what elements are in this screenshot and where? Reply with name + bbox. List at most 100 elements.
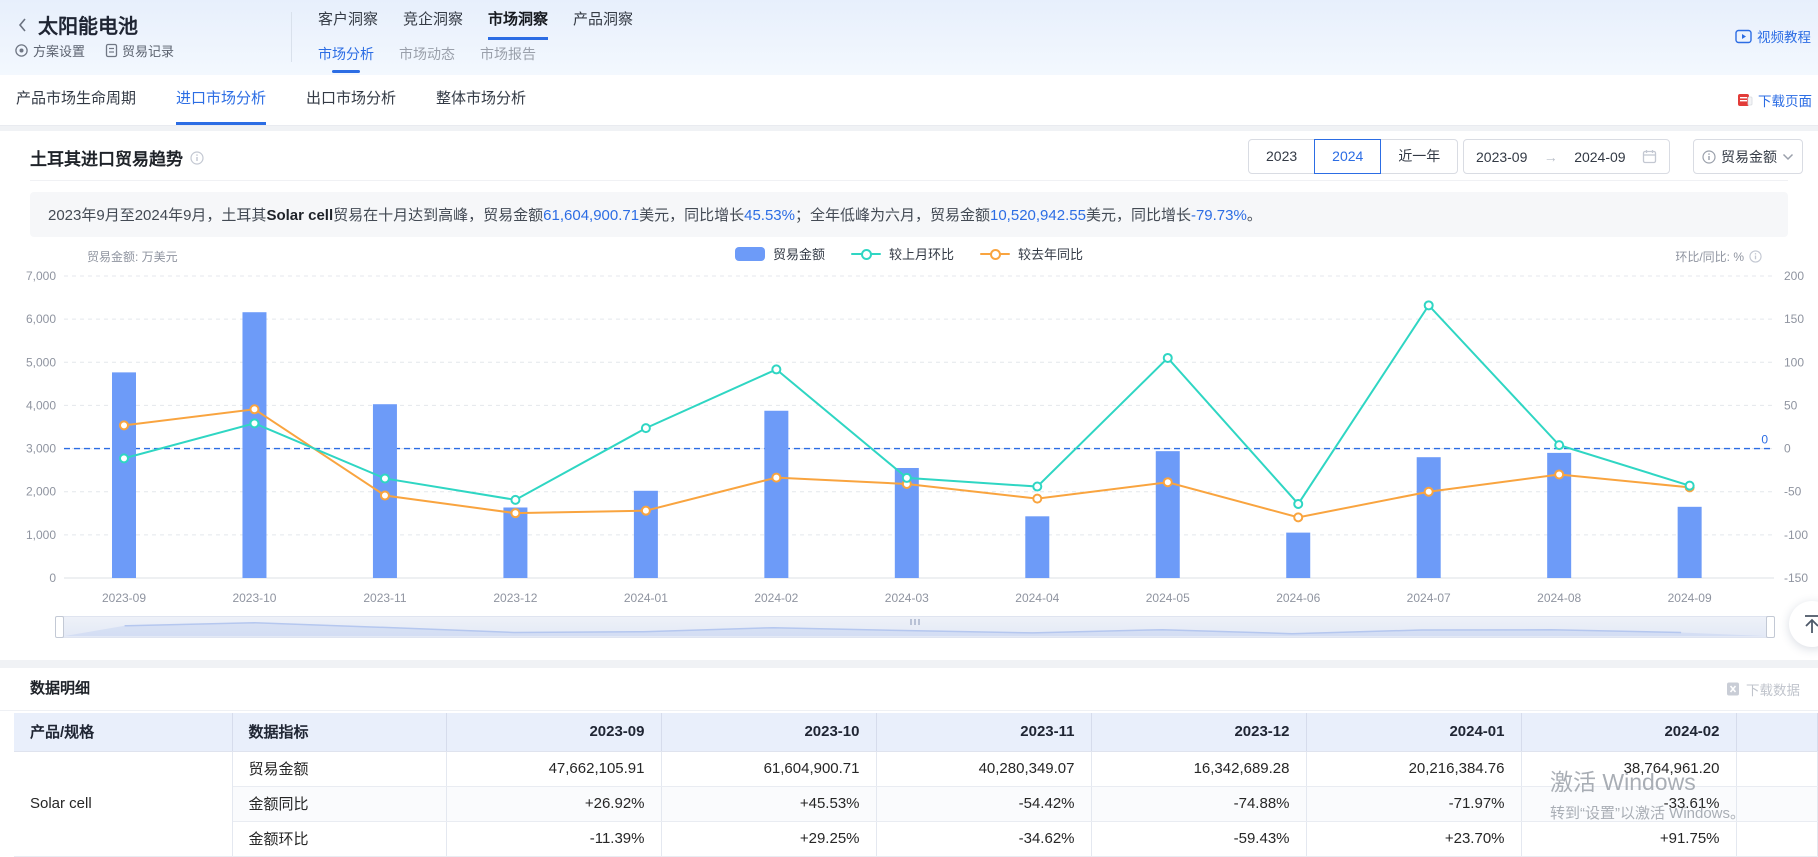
bar-2024-09[interactable] xyxy=(1678,507,1702,578)
nav-overall-analysis[interactable]: 整体市场分析 xyxy=(436,75,526,125)
pdf-icon xyxy=(1737,92,1753,108)
plan-settings-link[interactable]: 方案设置 xyxy=(14,41,85,60)
tab-competitor-insight[interactable]: 竞企洞察 xyxy=(403,8,463,40)
nav-export-analysis[interactable]: 出口市场分析 xyxy=(306,75,396,125)
x-axis-label: 2023-09 xyxy=(102,591,146,605)
x-axis-label: 2024-08 xyxy=(1537,591,1581,605)
point-较上月环比-2023-10[interactable] xyxy=(250,419,258,427)
tab-market-insight[interactable]: 市场洞察 xyxy=(488,8,548,40)
subtab-market-dynamics[interactable]: 市场动态 xyxy=(399,44,455,73)
point-较去年同比-2023-09[interactable] xyxy=(120,421,128,429)
point-较去年同比-2024-05[interactable] xyxy=(1164,478,1172,486)
bar-2024-05[interactable] xyxy=(1156,451,1180,578)
video-tutorial-label: 视频教程 xyxy=(1757,26,1811,46)
point-较上月环比-2024-07[interactable] xyxy=(1425,301,1433,309)
value-cell: +29.25% xyxy=(661,821,876,856)
indicator-cell: 贸易金额 xyxy=(232,751,446,786)
col-header-month: 2024-01 xyxy=(1306,713,1521,751)
data-table: 产品/规格数据指标2023-092023-102023-112023-12202… xyxy=(14,713,1818,857)
value-cell: 20,216,384.76 xyxy=(1306,751,1521,786)
back-to-top-icon xyxy=(1801,613,1818,635)
value-cell: 47,662,105.91 xyxy=(446,751,661,786)
download-page-link[interactable]: 下载页面 xyxy=(1737,75,1812,125)
point-较上月环比-2023-12[interactable] xyxy=(511,496,519,504)
value-cell: 16,342,689.28 xyxy=(1091,751,1306,786)
point-较去年同比-2024-01[interactable] xyxy=(642,507,650,515)
download-data-link[interactable]: 下载数据 xyxy=(1725,668,1800,710)
right-axis-tick: 150 xyxy=(1784,312,1804,326)
bar-2024-01[interactable] xyxy=(634,491,658,578)
col-header-indicator: 数据指标 xyxy=(232,713,446,751)
trade-records-link[interactable]: 贸易记录 xyxy=(105,41,174,60)
point-较去年同比-2024-04[interactable] xyxy=(1033,495,1041,503)
left-axis-tick: 1,000 xyxy=(26,528,56,542)
indicator-cell: 金额同比 xyxy=(232,786,446,821)
nav-product-lifecycle[interactable]: 产品市场生命周期 xyxy=(16,75,136,125)
bar-2024-07[interactable] xyxy=(1417,457,1441,578)
point-较上月环比-2024-04[interactable] xyxy=(1033,483,1041,491)
empty-cell xyxy=(1736,786,1818,821)
bar-2023-10[interactable] xyxy=(242,312,266,578)
point-较上月环比-2023-09[interactable] xyxy=(120,454,128,462)
x-axis-label: 2024-04 xyxy=(1015,591,1059,605)
x-axis-label: 2024-03 xyxy=(885,591,929,605)
datazoom-right-handle[interactable] xyxy=(1766,616,1775,638)
x-axis-label: 2024-06 xyxy=(1276,591,1320,605)
subtab-market-report[interactable]: 市场报告 xyxy=(480,44,536,73)
point-较上月环比-2023-11[interactable] xyxy=(381,474,389,482)
tab-product-insight[interactable]: 产品洞察 xyxy=(573,8,633,40)
value-cell: -74.88% xyxy=(1091,786,1306,821)
value-cell: 61,604,900.71 xyxy=(661,751,876,786)
point-较去年同比-2023-11[interactable] xyxy=(381,492,389,500)
right-axis-tick: 200 xyxy=(1784,269,1804,283)
value-cell: +91.75% xyxy=(1521,821,1736,856)
target-icon xyxy=(14,43,29,58)
right-axis-tick: 50 xyxy=(1784,398,1798,412)
value-cell: -33.61% xyxy=(1521,786,1736,821)
point-较上月环比-2024-01[interactable] xyxy=(642,424,650,432)
back-chevron-icon[interactable] xyxy=(16,17,30,33)
bar-2023-09[interactable] xyxy=(112,372,136,578)
left-axis-tick: 4,000 xyxy=(26,398,56,412)
point-较去年同比-2023-12[interactable] xyxy=(511,509,519,517)
point-较上月环比-2024-02[interactable] xyxy=(772,365,780,373)
video-tutorial-link[interactable]: 视频教程 xyxy=(1735,26,1811,46)
col-header-month: 2024-02 xyxy=(1521,713,1736,751)
indicator-cell: 金额环比 xyxy=(232,821,446,856)
value-cell: +45.53% xyxy=(661,786,876,821)
point-较去年同比-2024-02[interactable] xyxy=(772,474,780,482)
tab-customer-insight[interactable]: 客户洞察 xyxy=(318,8,378,40)
point-较上月环比-2024-05[interactable] xyxy=(1164,354,1172,362)
point-较上月环比-2024-09[interactable] xyxy=(1686,482,1694,490)
col-header-month: 2023-09 xyxy=(446,713,661,751)
point-较去年同比-2024-07[interactable] xyxy=(1425,488,1433,496)
value-cell: -54.42% xyxy=(876,786,1091,821)
value-cell: 40,280,349.07 xyxy=(876,751,1091,786)
nav-import-analysis[interactable]: 进口市场分析 xyxy=(176,75,266,125)
table-row: 金额同比+26.92%+45.53%-54.42%-74.88%-71.97%-… xyxy=(14,786,1818,821)
point-较去年同比-2023-10[interactable] xyxy=(250,405,258,413)
x-axis-label: 2023-11 xyxy=(363,591,406,605)
trend-chart[interactable]: 7,0006,0005,0004,0003,0002,0001,00002001… xyxy=(0,131,1818,660)
point-较上月环比-2024-03[interactable] xyxy=(903,474,911,482)
datazoom-grip[interactable] xyxy=(910,619,920,625)
product-cell: Solar cell xyxy=(14,751,232,856)
year-2024-button[interactable]: 2024 xyxy=(1314,139,1381,174)
x-axis-label: 2023-10 xyxy=(232,591,276,605)
col-header-empty xyxy=(1736,713,1818,751)
left-axis-tick: 6,000 xyxy=(26,312,56,326)
point-较上月环比-2024-08[interactable] xyxy=(1555,441,1563,449)
point-较上月环比-2024-06[interactable] xyxy=(1294,500,1302,508)
subtab-market-analysis[interactable]: 市场分析 xyxy=(318,44,374,73)
data-detail-card: 数据明细 下载数据 产品/规格数据指标2023-092023-102023-11… xyxy=(0,668,1818,857)
point-较去年同比-2024-06[interactable] xyxy=(1294,513,1302,521)
download-page-label: 下载页面 xyxy=(1758,90,1812,110)
value-cell: -11.39% xyxy=(446,821,661,856)
value-cell: -71.97% xyxy=(1306,786,1521,821)
point-较去年同比-2024-08[interactable] xyxy=(1555,470,1563,478)
datazoom-left-handle[interactable] xyxy=(55,616,64,638)
bar-2024-06[interactable] xyxy=(1286,533,1310,578)
bar-2024-02[interactable] xyxy=(764,411,788,578)
bar-2024-04[interactable] xyxy=(1025,516,1049,578)
datazoom-slider[interactable] xyxy=(55,616,1775,638)
